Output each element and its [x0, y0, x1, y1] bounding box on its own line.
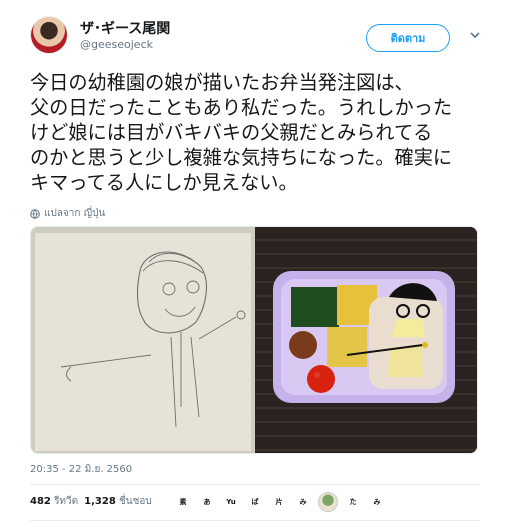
translate-label[interactable]: แปลจาก ญี่ปุ่น [44, 206, 105, 221]
bento-photo-image[interactable] [255, 227, 478, 454]
user-handle[interactable]: @geeseojeck [80, 38, 153, 51]
liker-avatar[interactable]: た [344, 493, 362, 511]
tweet-stats: 482 รีทวีต 1,328 ชื่นชอบ [30, 494, 152, 509]
avatar[interactable] [30, 16, 68, 54]
child-drawing-image[interactable] [31, 227, 255, 454]
liker-avatar[interactable]: 素 [174, 493, 192, 511]
tweet-header: ザ･ギース尾関 @geeseojeck ติดตาม [30, 16, 490, 60]
divider [30, 520, 480, 521]
user-name[interactable]: ザ･ギース尾関 [80, 18, 170, 38]
likers-avatars: 素 あ Yu ぱ 片 み た み [174, 492, 386, 512]
globe-icon [30, 208, 40, 219]
liker-avatar[interactable]: み [368, 493, 386, 511]
liker-avatar[interactable]: Yu [222, 493, 240, 511]
tweet-text: 今日の幼稚園の娘が描いたお弁当発注図は、 父の日だったこともあり私だった。うれし… [30, 71, 453, 194]
like-count: 1,328 [84, 496, 116, 507]
liker-avatar[interactable]: み [294, 493, 312, 511]
liker-avatar[interactable] [318, 492, 338, 512]
translate-link[interactable]: แปลจาก ญี่ปุ่น [30, 206, 105, 221]
liker-avatar[interactable]: 片 [270, 493, 288, 511]
tweet-media[interactable] [30, 226, 478, 454]
media-images [31, 227, 478, 454]
liker-avatar[interactable]: あ [198, 493, 216, 511]
like-label: ชื่นชอบ [118, 496, 152, 507]
tweet-timestamp[interactable]: 20:35 - 22 มิ.ย. 2560 [30, 462, 132, 477]
divider [30, 484, 480, 485]
liker-avatar[interactable]: ぱ [246, 493, 264, 511]
chevron-down-icon[interactable] [468, 28, 482, 42]
follow-button[interactable]: ติดตาม [366, 24, 450, 52]
retweet-count: 482 [30, 496, 51, 507]
like-stat[interactable]: 1,328 ชื่นชอบ [84, 494, 152, 509]
retweet-label: รีทวีต [54, 496, 79, 507]
retweet-stat[interactable]: 482 รีทวีต [30, 494, 78, 509]
